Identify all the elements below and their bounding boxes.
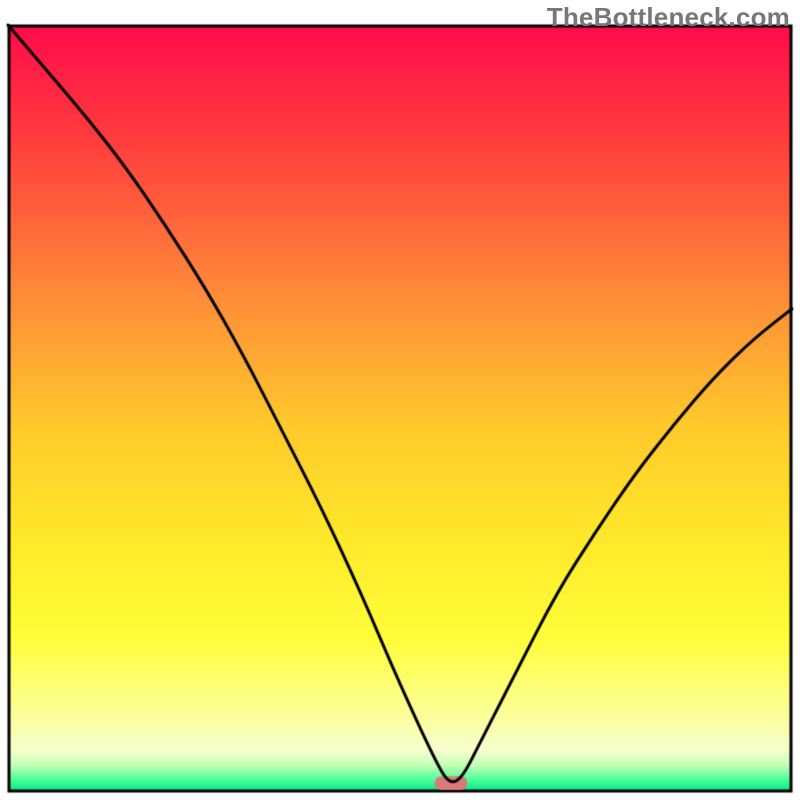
chart-lines (0, 0, 800, 800)
bottleneck-chart: TheBottleneck.com (0, 0, 800, 800)
